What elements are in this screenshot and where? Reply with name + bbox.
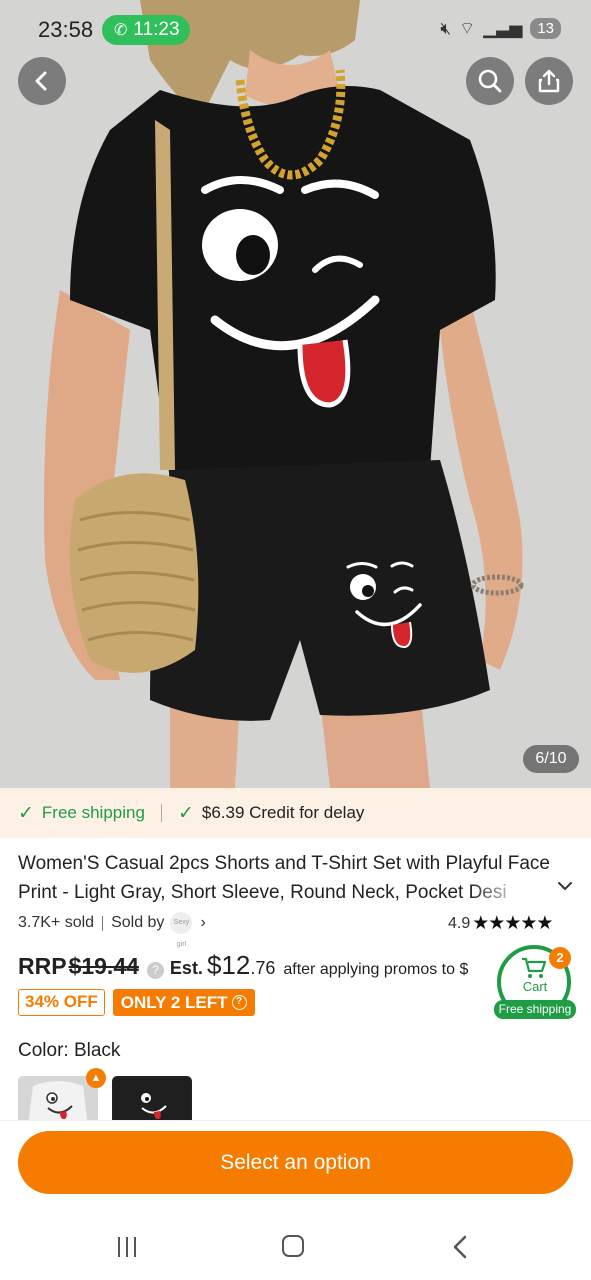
discount-badge: 34% OFF <box>18 989 105 1016</box>
hot-flame-icon: ▲ <box>86 1068 106 1088</box>
status-icons: 🔇︎ ⌔ ▁▃▅ 13 <box>440 18 561 39</box>
free-shipping-text: Free shipping <box>41 803 145 822</box>
check-icon: ✓ <box>18 802 34 824</box>
search-icon <box>478 69 502 93</box>
sold-by-label[interactable]: Sold by <box>111 914 164 932</box>
cart-icon <box>522 957 547 978</box>
back-arrow-icon <box>35 71 47 91</box>
select-option-button[interactable]: Select an option <box>18 1131 573 1194</box>
divider <box>160 804 162 822</box>
sold-count: 3.7K+ sold <box>18 914 95 931</box>
battery-level: 13 <box>530 18 561 39</box>
cart-free-shipping: Free shipping <box>494 1000 576 1019</box>
back-button[interactable] <box>18 57 66 105</box>
mute-icon: 🔇︎ <box>440 18 452 38</box>
nav-back-icon[interactable] <box>450 1234 470 1260</box>
call-duration: 11:23 <box>133 19 180 40</box>
shipping-banner[interactable]: ✓ Free shipping ✓ $6.39 Credit for delay <box>0 788 591 838</box>
home-icon[interactable] <box>282 1235 304 1257</box>
recent-apps-icon[interactable] <box>118 1237 140 1257</box>
help-icon: ? <box>231 995 247 1010</box>
price-row: RRP $19.44 ? Est. $12 .76 after applying… <box>18 950 468 984</box>
product-photo-illustration <box>0 0 591 788</box>
chevron-down-icon[interactable] <box>555 876 575 896</box>
rrp-label: RRP <box>18 953 67 979</box>
cart-button[interactable]: 2 Cart Free shipping <box>494 943 576 1023</box>
star-rating-icon: ★★★★★ <box>472 913 553 934</box>
promo-note: after applying promos to $ <box>283 961 469 978</box>
search-button[interactable] <box>466 57 514 105</box>
product-image[interactable] <box>0 0 591 788</box>
chevron-right-icon[interactable]: › <box>200 914 205 932</box>
signal-icon: ▁▃▅ <box>483 18 523 38</box>
delay-credit-text: $6.39 Credit for delay <box>201 803 365 822</box>
stock-text: ONLY 2 LEFT <box>120 993 228 1012</box>
swatch-black-thumbnail <box>114 1078 190 1124</box>
phone-icon: ✆ <box>114 22 128 39</box>
cart-label: Cart <box>522 979 548 994</box>
ongoing-call-pill[interactable]: ✆ 11:23 <box>102 15 190 45</box>
rrp-price: $19.44 <box>68 953 139 979</box>
color-swatch-gray[interactable] <box>18 1076 98 1126</box>
check-icon: ✓ <box>177 802 194 824</box>
sales-meta: 3.7K+ sold Sold by Sexy girl › <box>18 912 206 948</box>
color-label: Color: Black <box>18 1040 121 1061</box>
cart-count-badge: 2 <box>549 947 571 969</box>
rating-value: 4.9 <box>448 914 471 932</box>
status-bar: 23:58 ✆ 11:23 🔇︎ ⌔ ▁▃▅ 13 <box>0 0 591 60</box>
swatch-gray-thumbnail <box>18 1076 98 1126</box>
estimated-price-cents: .76 <box>250 958 276 978</box>
stock-badge[interactable]: ONLY 2 LEFT ? <box>112 989 255 1016</box>
rating[interactable]: 4.9 ★★★★★ <box>448 912 553 935</box>
wifi-icon: ⌔ <box>459 19 476 38</box>
status-time: 23:58 <box>38 17 94 42</box>
divider <box>102 915 104 931</box>
share-icon <box>538 69 560 93</box>
title-fade <box>470 878 550 907</box>
share-button[interactable] <box>525 57 573 105</box>
color-swatch-black[interactable] <box>112 1076 192 1126</box>
seller-logo[interactable]: Sexy girl <box>170 912 193 948</box>
estimated-price-dollars: $12 <box>206 950 251 980</box>
promo-badges: 34% OFF ONLY 2 LEFT ? <box>18 989 255 1016</box>
image-counter: 6/10 <box>523 745 579 773</box>
estimated-label: Est. <box>169 958 203 978</box>
help-icon[interactable]: ? <box>146 962 164 979</box>
